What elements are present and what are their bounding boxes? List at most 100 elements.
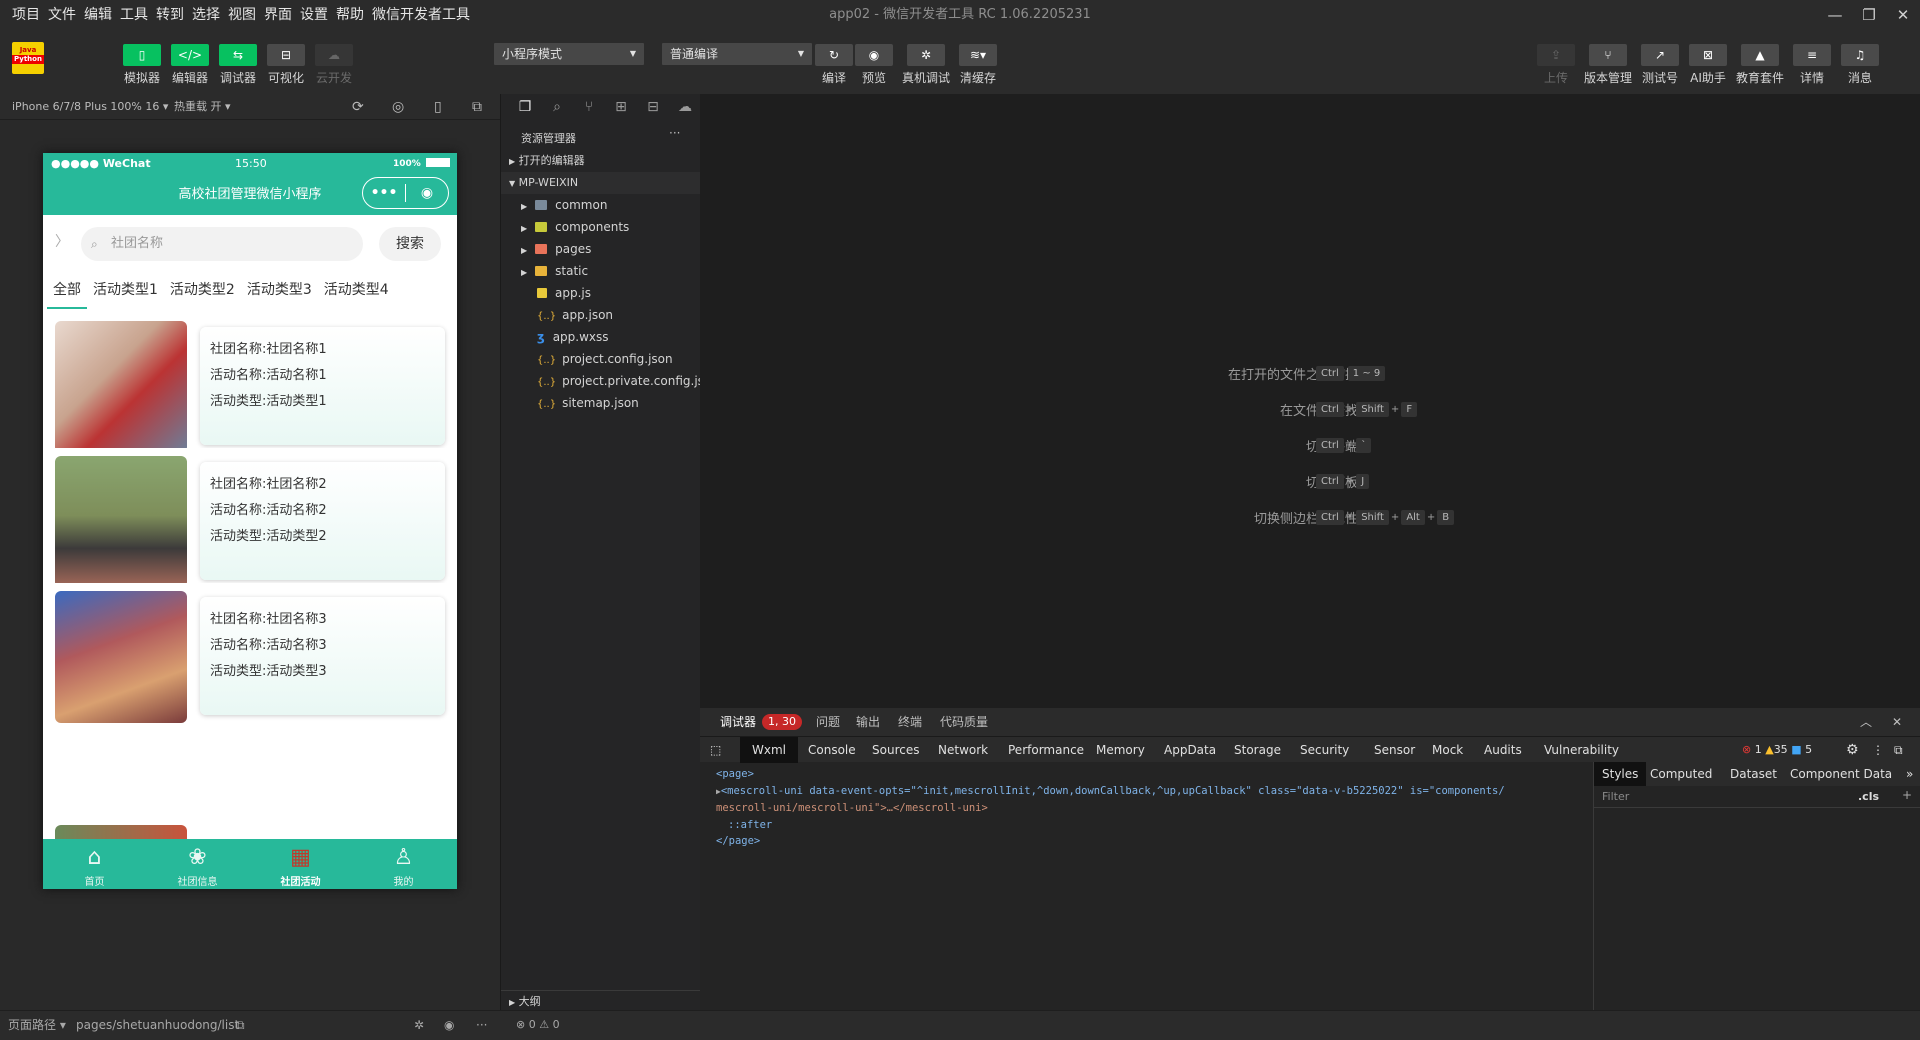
plus-icon[interactable]: + [1902, 788, 1912, 802]
tab-dataset[interactable]: Dataset [1730, 762, 1777, 786]
device-select[interactable]: iPhone 6/7/8 Plus 100% 16 ▾ [12, 94, 168, 120]
tab-type-2[interactable]: 活动类型2 [164, 273, 241, 307]
menu-ui[interactable]: 界面 [260, 0, 296, 30]
tabbar-club-activities[interactable]: ▦ 社团活动 [249, 839, 352, 888]
dock-icon[interactable]: ⧉ [1894, 737, 1903, 763]
search-icon[interactable]: ⌕ [541, 99, 573, 115]
menu-help[interactable]: 帮助 [332, 0, 368, 30]
styles-filter[interactable]: Filter .cls + [1594, 786, 1920, 808]
tab-computed[interactable]: Computed [1650, 762, 1712, 786]
chevron-up-icon[interactable]: ︿ [1860, 708, 1872, 736]
extensions-icon[interactable]: ⊞ [605, 99, 637, 115]
tab-storage[interactable]: Storage [1234, 737, 1281, 763]
tree-folder-pages[interactable]: ▶ pages [501, 238, 701, 260]
tree-file-app-wxss[interactable]: ʒ app.wxss [501, 326, 701, 348]
ai-assistant-button[interactable]: ⊠ AI助手 [1682, 44, 1734, 86]
rotate-icon[interactable]: ⟳ [352, 94, 364, 120]
tab-component-data[interactable]: Component Data [1790, 762, 1892, 786]
kebab-menu-icon[interactable]: ⋮ [1872, 737, 1884, 763]
tab-memory[interactable]: Memory [1096, 737, 1145, 763]
tree-file-app-json[interactable]: {..} app.json [501, 304, 701, 326]
docker-icon[interactable]: ☁ [669, 99, 701, 115]
preview-button[interactable]: ◉ 预览 [848, 44, 900, 86]
details-button[interactable]: ≡ 详情 [1786, 44, 1838, 86]
upload-button[interactable]: ⇪ 上传 [1530, 44, 1582, 86]
source-control-icon[interactable]: ⑂ [573, 99, 605, 115]
copy-icon[interactable]: ⧉ [236, 1011, 245, 1039]
tab-type-3[interactable]: 活动类型3 [241, 273, 318, 307]
bug-icon[interactable]: ✲ [414, 1011, 424, 1039]
open-editors-section[interactable]: ▶ 打开的编辑器 [501, 150, 701, 172]
menu-settings[interactable]: 设置 [296, 0, 332, 30]
tab-all[interactable]: 全部 [47, 273, 87, 309]
close-target-icon[interactable]: ◉ [406, 185, 448, 201]
close-icon[interactable]: ✕ [1892, 708, 1902, 736]
popout-icon[interactable]: ⧉ [472, 94, 482, 120]
device-icon[interactable]: ▯ [434, 94, 442, 120]
tab-sources[interactable]: Sources [872, 737, 919, 763]
problem-counts[interactable]: ⊗ 0 ⚠ 0 [516, 1011, 560, 1039]
tab-audits[interactable]: Audits [1484, 737, 1522, 763]
tree-file-project-config[interactable]: {..} project.config.json [501, 348, 701, 370]
wxml-node[interactable]: <page> [716, 766, 1574, 783]
tree-file-app-js[interactable]: app.js [501, 282, 701, 304]
minimize-icon[interactable]: — [1818, 0, 1852, 30]
tree-file-sitemap[interactable]: {..} sitemap.json [501, 392, 701, 414]
tab-security[interactable]: Security [1300, 737, 1349, 763]
tree-folder-components[interactable]: ▶ components [501, 216, 701, 238]
test-account-button[interactable]: ↗ 测试号 [1634, 44, 1686, 86]
tab-debugger[interactable]: 调试器 [720, 708, 757, 738]
issue-counts[interactable]: ⊗ 1 ▲35 ■ 5 [1742, 737, 1812, 763]
visual-button[interactable]: ⊟ 可视化 [260, 44, 312, 86]
more-icon[interactable]: ••• [363, 185, 405, 201]
menu-goto[interactable]: 转到 [152, 0, 188, 30]
tab-wxml[interactable]: Wxml [740, 737, 798, 763]
messages-button[interactable]: ♫ 消息 [1834, 44, 1886, 86]
double-chevron-icon[interactable]: » [1906, 762, 1913, 786]
cloud-dev-button[interactable]: ☁ 云开发 [308, 44, 360, 86]
menu-edit[interactable]: 编辑 [80, 0, 116, 30]
restore-icon[interactable]: ❐ [1852, 0, 1886, 30]
tab-appdata[interactable]: AppData [1164, 737, 1216, 763]
activity-card[interactable]: 社团名称:社团名称2 活动名称:活动名称2 活动类型:活动类型2 [43, 448, 457, 588]
tab-vulnerability[interactable]: Vulnerability [1544, 737, 1619, 763]
tree-file-project-private-config[interactable]: {..} project.private.config.js... [501, 370, 701, 392]
inspect-icon[interactable]: ⬚ [710, 737, 721, 763]
more-icon[interactable]: ··· [476, 1011, 487, 1039]
tab-code-quality[interactable]: 代码质量 [940, 708, 988, 736]
remote-debug-button[interactable]: ✲ 真机调试 [900, 44, 952, 86]
search-button[interactable]: 搜索 [379, 227, 441, 261]
menu-file[interactable]: 文件 [44, 0, 80, 30]
tab-type-1[interactable]: 活动类型1 [87, 273, 164, 307]
tabbar-mine[interactable]: ♙ 我的 [352, 839, 455, 888]
project-root[interactable]: ▼ MP-WEIXIN [501, 172, 701, 194]
tab-performance[interactable]: Performance [1008, 737, 1084, 763]
tab-type-4[interactable]: 活动类型4 [318, 273, 395, 307]
record-icon[interactable]: ◎ [392, 94, 404, 120]
tab-styles[interactable]: Styles [1594, 762, 1647, 786]
debugger-button[interactable]: ⇆ 调试器 [212, 44, 264, 86]
clear-cache-button[interactable]: ≋▾ 清缓存 [952, 44, 1004, 86]
tabbar-club-info[interactable]: ❀ 社团信息 [146, 839, 249, 888]
outline-section[interactable]: ▶ 大纲 [501, 990, 701, 1012]
simulator-button[interactable]: ▯ 模拟器 [116, 44, 168, 86]
hot-reload-toggle[interactable]: 热重载 开 ▾ [174, 94, 231, 120]
tree-folder-common[interactable]: ▶ common [501, 194, 701, 216]
compile-select[interactable]: 普通编译 ▼ [662, 43, 812, 65]
files-icon[interactable]: ❐ [509, 99, 541, 115]
wxml-pseudo[interactable]: ::after [716, 817, 1574, 834]
more-icon[interactable]: ··· [669, 126, 680, 140]
tab-output[interactable]: 输出 [856, 708, 880, 736]
menu-select[interactable]: 选择 [188, 0, 224, 30]
editor-button[interactable]: </> 编辑器 [164, 44, 216, 86]
mode-select[interactable]: 小程序模式 ▼ [494, 43, 644, 65]
tab-sensor[interactable]: Sensor [1374, 737, 1415, 763]
eye-icon[interactable]: ◉ [444, 1011, 454, 1039]
menu-wechat-devtools[interactable]: 微信开发者工具 [368, 0, 474, 30]
menu-view[interactable]: 视图 [224, 0, 260, 30]
menu-project[interactable]: 项目 [8, 0, 44, 30]
search-input[interactable]: ⌕ 社团名称 [81, 227, 363, 261]
tab-terminal[interactable]: 终端 [898, 708, 922, 736]
storage-icon[interactable]: ⊟ [637, 99, 669, 115]
tree-folder-static[interactable]: ▶ static [501, 260, 701, 282]
